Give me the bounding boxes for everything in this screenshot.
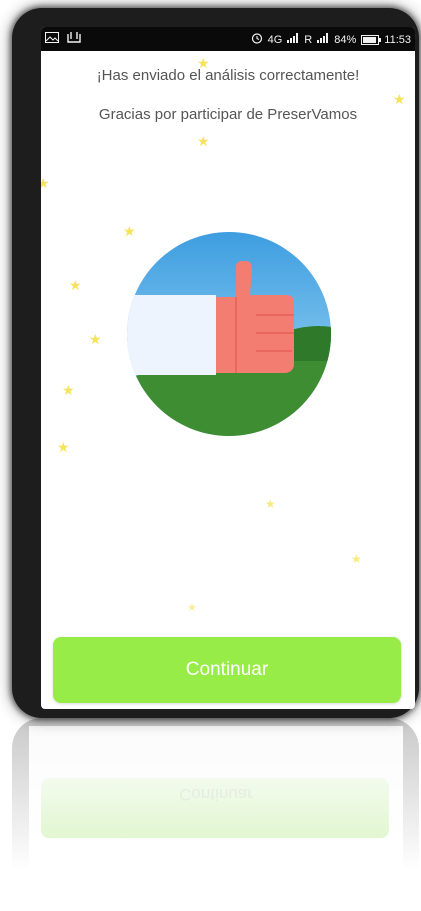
phone-frame: 4G R 84% 11:53 ¡Has enviado el análisis …	[12, 8, 419, 718]
star-icon: ★	[393, 92, 406, 108]
star-icon: ★	[89, 332, 102, 348]
star-icon: ★	[351, 552, 362, 566]
continue-button[interactable]: Continuar	[53, 637, 401, 703]
status-bar-left	[45, 31, 81, 46]
star-icon: ★	[62, 383, 75, 399]
signal-icon-2	[317, 33, 329, 46]
star-icon: ★	[69, 278, 82, 294]
battery-icon	[361, 34, 382, 45]
download-icon	[67, 31, 81, 46]
reflection-button-label: Continuar	[179, 785, 253, 804]
status-bar: 4G R 84% 11:53	[41, 27, 415, 51]
phone-screen: 4G R 84% 11:53 ¡Has enviado el análisis …	[41, 27, 415, 709]
signal-icon	[287, 33, 299, 46]
star-icon: ★	[57, 440, 70, 456]
battery-percent: 84%	[334, 33, 357, 46]
success-title: ¡Has enviado el análisis correctamente!	[96, 67, 360, 84]
reflection-screen: Continuar	[29, 726, 403, 906]
thumbs-up-icon	[127, 232, 331, 436]
thanks-subtitle: Gracias por participar de PreserVamos	[98, 106, 358, 123]
roaming-indicator: R	[304, 33, 313, 46]
clock: 11:53	[384, 33, 411, 46]
star-icon: ★	[197, 56, 210, 72]
network-type: 4G	[267, 33, 283, 46]
star-icon: ★	[197, 134, 210, 150]
page: Continuar 4G R 84% 11:53 ¡Has enviado el…	[0, 0, 421, 911]
image-icon	[45, 31, 59, 46]
thumbs-up-illustration	[126, 231, 332, 437]
phone-reflection: Continuar	[12, 718, 419, 908]
star-icon: ★	[41, 176, 50, 192]
alarm-icon	[251, 32, 263, 47]
status-bar-right: 4G R 84% 11:53	[251, 32, 411, 47]
star-icon: ★	[187, 601, 197, 614]
star-icon: ★	[265, 497, 276, 511]
